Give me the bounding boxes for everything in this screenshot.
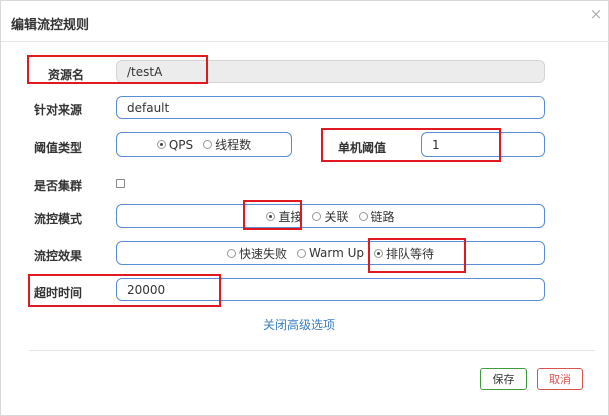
radio-icon	[203, 140, 213, 149]
threshold-type-label: 阈值类型	[34, 141, 83, 155]
flow-effect-option-fast-fail[interactable]: 快速失败	[226, 245, 287, 262]
radio-icon	[296, 248, 306, 258]
annotation-box-queue-effect	[368, 238, 466, 273]
annotation-box-single-threshold	[321, 128, 501, 162]
radio-icon	[358, 211, 368, 221]
threshold-type-group: QPS 线程数	[116, 132, 292, 157]
close-advanced-options-link[interactable]: 关闭高级选项	[263, 316, 335, 333]
flow-mode-option-relate[interactable]: 关联	[312, 208, 349, 225]
radio-selected-icon	[156, 140, 166, 149]
cancel-button[interactable]: 取消	[537, 368, 583, 390]
flow-effect-option-warm-up[interactable]: Warm Up	[296, 246, 364, 260]
limit-app-input[interactable]: default	[116, 96, 545, 119]
threshold-type-option-qps[interactable]: QPS	[156, 138, 193, 152]
footer-divider	[29, 350, 595, 351]
annotation-box-timeout	[28, 274, 221, 307]
limit-app-label: 针对来源	[34, 103, 83, 117]
flow-mode-group: 直接 关联 链路	[116, 204, 545, 228]
threshold-type-option-thread[interactable]: 线程数	[203, 136, 251, 153]
cluster-checkbox[interactable]	[116, 179, 125, 188]
dialog-title: 编辑流控规则	[11, 18, 90, 33]
flow-mode-option-chain[interactable]: 链路	[358, 208, 395, 225]
annotation-box-resource-name	[27, 55, 208, 84]
annotation-box-direct-mode	[243, 200, 302, 230]
header-divider	[1, 41, 609, 42]
edit-flow-rule-dialog: 编辑流控规则 × 资源名 /testA 针对来源 default 阈值类型 QP…	[0, 0, 609, 416]
close-icon[interactable]: ×	[589, 7, 603, 22]
flow-mode-label: 流控模式	[34, 212, 83, 226]
save-button[interactable]: 保存	[480, 368, 527, 390]
flow-effect-label: 流控效果	[34, 249, 83, 263]
radio-icon	[226, 248, 236, 258]
radio-icon	[312, 211, 322, 221]
flow-effect-group: 快速失败 Warm Up 排队等待	[116, 241, 545, 265]
cluster-label: 是否集群	[34, 179, 83, 193]
